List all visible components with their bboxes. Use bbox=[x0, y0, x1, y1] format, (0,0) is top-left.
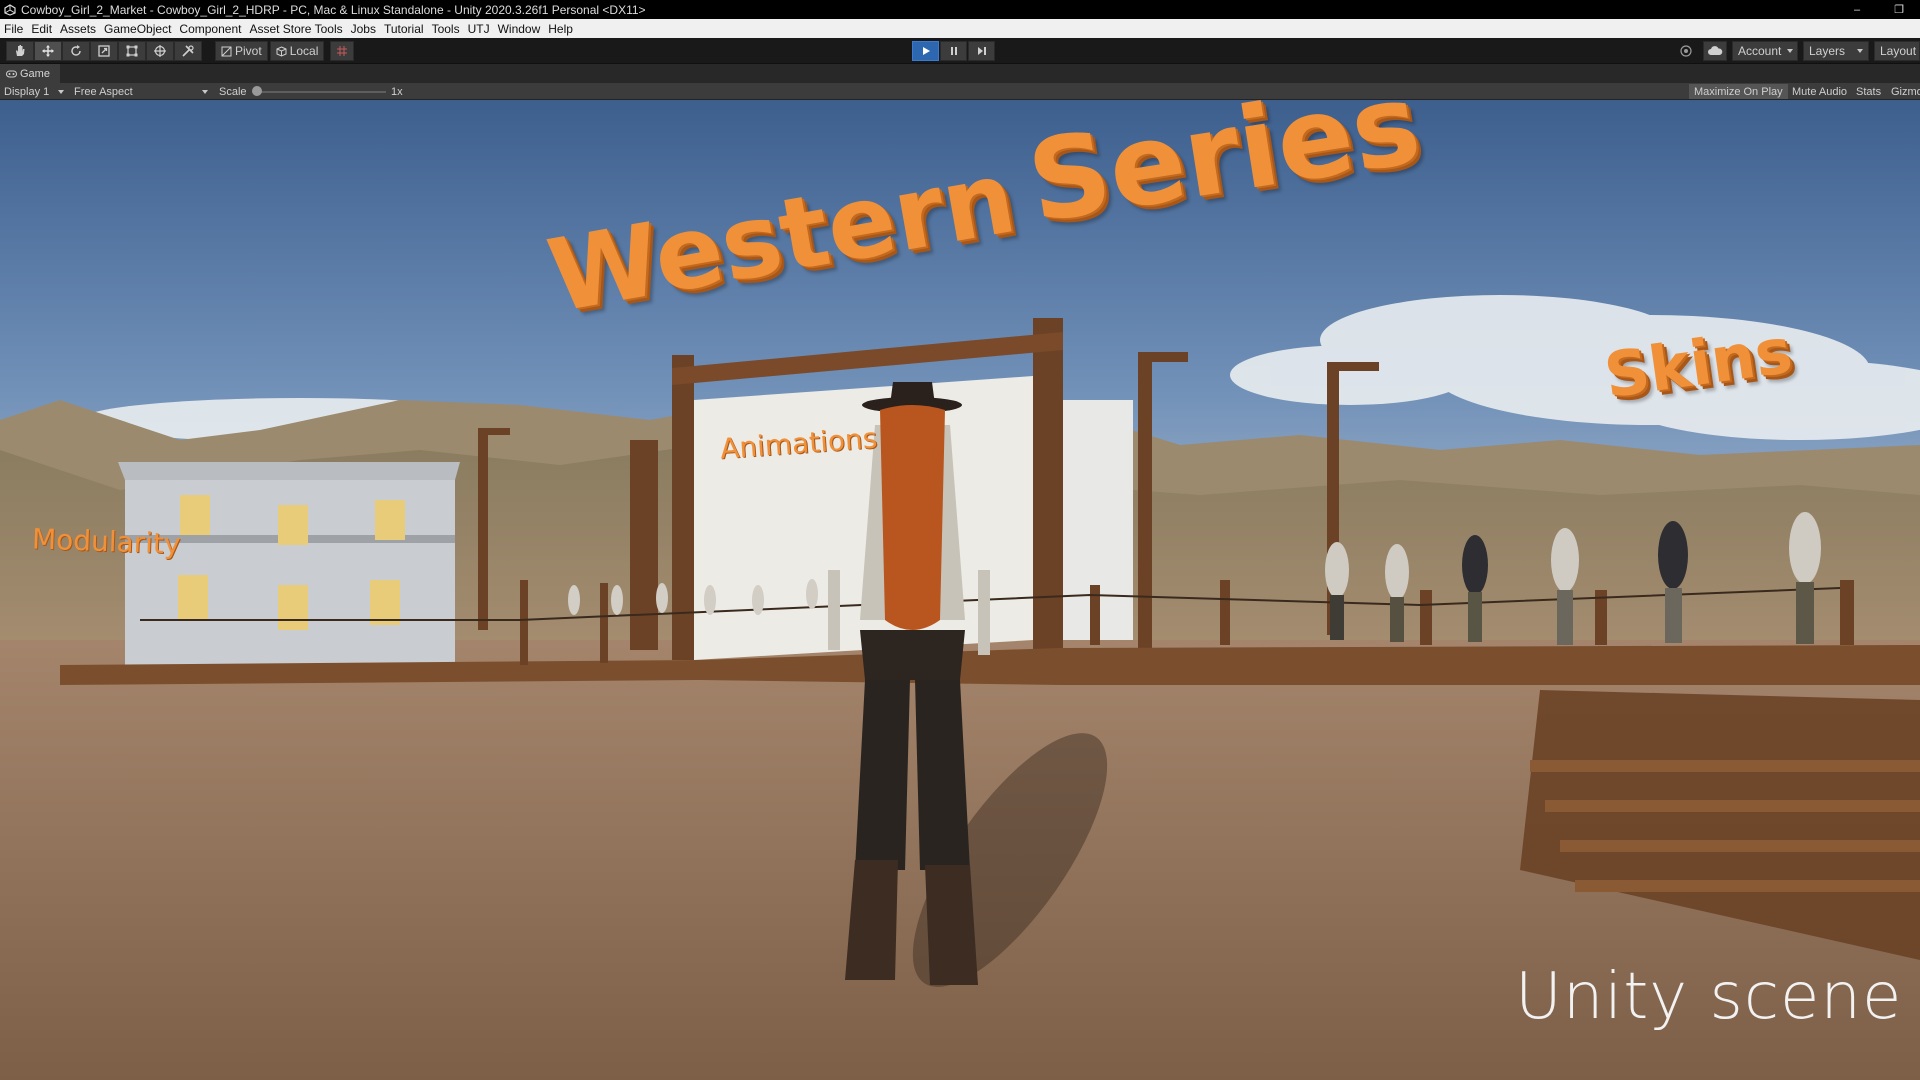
move-tool-icon bbox=[42, 45, 54, 57]
game-viewport[interactable]: Western Series Skins Modularity Animatio… bbox=[0, 100, 1920, 1080]
transform-tools bbox=[6, 41, 202, 61]
local-toggle[interactable]: Local bbox=[269, 41, 325, 61]
gamepad-icon bbox=[6, 70, 17, 77]
pause-button[interactable] bbox=[940, 41, 967, 61]
gizmos-toggle[interactable]: Gizmos bbox=[1886, 84, 1920, 99]
scale-slider-handle[interactable] bbox=[252, 86, 262, 96]
chevron-down-icon bbox=[1857, 49, 1863, 53]
chevron-down-icon bbox=[1787, 49, 1794, 53]
menu-gameobject[interactable]: GameObject bbox=[104, 22, 171, 36]
scale-value: 1x bbox=[391, 85, 403, 98]
custom-tool-icon bbox=[182, 45, 194, 57]
display-dropdown[interactable]: Display 1 bbox=[0, 83, 68, 100]
toolbar-right: Account Layers Layout bbox=[1674, 41, 1920, 61]
grid-snap-icon bbox=[337, 46, 348, 56]
aspect-label: Free Aspect bbox=[74, 85, 133, 98]
local-label: Local bbox=[289, 44, 319, 58]
account-dropdown[interactable]: Account bbox=[1732, 41, 1798, 61]
maximize-on-play-toggle[interactable]: Maximize On Play bbox=[1689, 84, 1788, 99]
menu-utj[interactable]: UTJ bbox=[468, 22, 490, 36]
display-label: Display 1 bbox=[4, 85, 50, 98]
transform-tool-button[interactable] bbox=[146, 41, 174, 61]
menu-help[interactable]: Help bbox=[548, 22, 573, 36]
menu-tools[interactable]: Tools bbox=[432, 22, 460, 36]
collab-button[interactable] bbox=[1674, 41, 1698, 61]
scale-label: Scale bbox=[219, 85, 247, 98]
pivot-label: Pivot bbox=[235, 44, 262, 58]
window-title: Cowboy_Girl_2_Market - Cowboy_Girl_2_HDR… bbox=[21, 2, 646, 17]
hand-tool-icon bbox=[16, 45, 25, 56]
menu-jobs[interactable]: Jobs bbox=[351, 22, 376, 36]
layout-dropdown[interactable]: Layout bbox=[1874, 41, 1920, 61]
rect-tool-icon bbox=[126, 45, 138, 57]
cloud-button[interactable] bbox=[1703, 41, 1727, 61]
chevron-down-icon bbox=[202, 89, 208, 94]
menu-assets[interactable]: Assets bbox=[60, 22, 96, 36]
menu-edit[interactable]: Edit bbox=[31, 22, 52, 36]
local-cube-icon bbox=[276, 45, 287, 57]
play-icon bbox=[922, 47, 930, 55]
saloon-building bbox=[118, 462, 460, 665]
scale-tool-icon bbox=[98, 45, 110, 57]
stats-toggle[interactable]: Stats bbox=[1851, 84, 1886, 99]
collab-icon bbox=[1680, 45, 1692, 57]
restore-button[interactable]: ❐ bbox=[1878, 0, 1920, 19]
layers-label: Layers bbox=[1809, 44, 1846, 58]
step-icon bbox=[977, 47, 986, 55]
scale-tool-button[interactable] bbox=[90, 41, 118, 61]
custom-tool-button[interactable] bbox=[174, 41, 202, 61]
menu-tutorial[interactable]: Tutorial bbox=[384, 22, 424, 36]
account-label: Account bbox=[1738, 44, 1782, 58]
pivot-icon bbox=[221, 46, 232, 56]
rect-tool-button[interactable] bbox=[118, 41, 146, 61]
menu-file[interactable]: File bbox=[4, 22, 23, 36]
layers-dropdown[interactable]: Layers bbox=[1803, 41, 1869, 61]
menu-component[interactable]: Component bbox=[179, 22, 241, 36]
play-button[interactable] bbox=[912, 41, 939, 61]
pivot-toggles: Pivot Local bbox=[215, 41, 355, 61]
unity-logo-icon bbox=[3, 3, 17, 17]
mute-audio-toggle[interactable]: Mute Audio bbox=[1787, 84, 1852, 99]
layout-label: Layout bbox=[1880, 44, 1917, 58]
cloud-icon bbox=[1708, 46, 1723, 55]
grid-snap-button[interactable] bbox=[330, 41, 355, 61]
chevron-down-icon bbox=[58, 89, 64, 94]
step-button[interactable] bbox=[968, 41, 995, 61]
tab-game[interactable]: Game bbox=[0, 64, 60, 83]
hand-tool-button[interactable] bbox=[6, 41, 34, 61]
playmode-controls bbox=[912, 41, 995, 61]
scale-slider-track[interactable] bbox=[256, 91, 386, 93]
game-view-controls: Display 1 Free Aspect Scale 1x Maximize … bbox=[0, 83, 1920, 100]
move-tool-button[interactable] bbox=[34, 41, 62, 61]
menu-window[interactable]: Window bbox=[498, 22, 541, 36]
scene-caption: Unity scene bbox=[1515, 960, 1903, 1034]
rotate-tool-button[interactable] bbox=[62, 41, 90, 61]
aspect-dropdown[interactable]: Free Aspect bbox=[70, 83, 212, 100]
tab-game-label: Game bbox=[20, 67, 50, 80]
main-toolbar: Pivot Local Account Layers Layout bbox=[0, 38, 1920, 64]
rotate-tool-icon bbox=[71, 45, 81, 56]
menu-asset-store-tools[interactable]: Asset Store Tools bbox=[249, 22, 342, 36]
modularity-label: Modularity bbox=[31, 522, 182, 561]
minimize-button[interactable]: – bbox=[1836, 0, 1878, 19]
transform-tool-icon bbox=[154, 45, 166, 57]
game-tab-bar: Game bbox=[0, 64, 1920, 83]
title-bar: Cowboy_Girl_2_Market - Cowboy_Girl_2_HDR… bbox=[0, 0, 1920, 19]
pivot-toggle[interactable]: Pivot bbox=[215, 41, 268, 61]
menu-bar: File Edit Assets GameObject Component As… bbox=[0, 19, 1920, 38]
pause-icon bbox=[950, 47, 957, 55]
